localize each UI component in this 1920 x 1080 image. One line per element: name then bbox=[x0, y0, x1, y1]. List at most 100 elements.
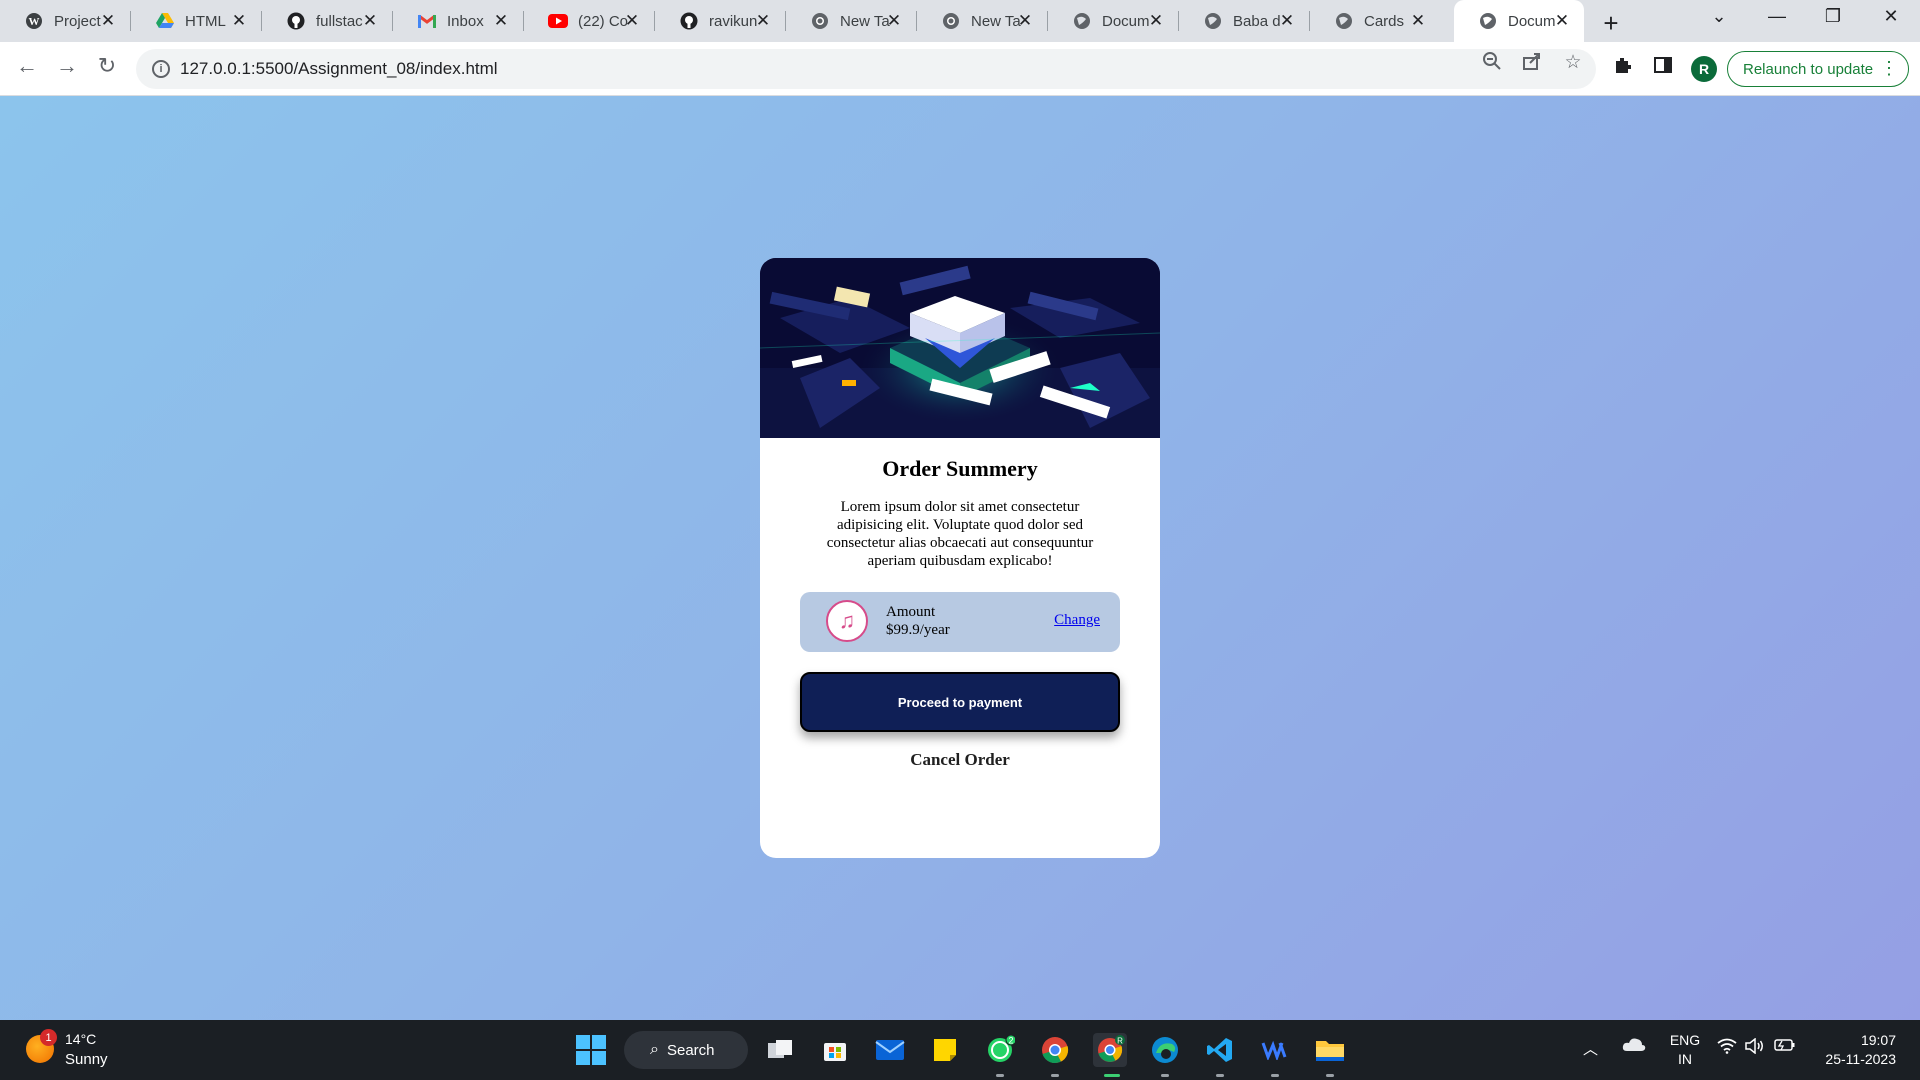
start-tile bbox=[576, 1035, 590, 1049]
google-drive-icon bbox=[155, 11, 175, 31]
tray-overflow-chevron-icon[interactable]: ︿ bbox=[1583, 1038, 1598, 1059]
chrome-icon bbox=[941, 11, 961, 31]
close-icon[interactable]: ✕ bbox=[98, 11, 118, 31]
active-indicator bbox=[1104, 1074, 1120, 1077]
menu-kebab-icon[interactable]: ⋮ bbox=[1880, 58, 1898, 79]
gmail-icon bbox=[417, 11, 437, 31]
close-icon[interactable]: ✕ bbox=[229, 11, 249, 31]
minimize-icon[interactable]: — bbox=[1762, 6, 1792, 27]
youtube-icon bbox=[548, 11, 568, 31]
globe-icon bbox=[1072, 11, 1092, 31]
running-indicator bbox=[1271, 1074, 1279, 1077]
close-icon[interactable]: ✕ bbox=[1552, 11, 1572, 31]
language-code: ENG bbox=[1669, 1032, 1701, 1048]
address-bar[interactable]: i 127.0.0.1:5500/Assignment_08/index.htm… bbox=[136, 49, 1596, 89]
chrome-profile-icon[interactable]: R bbox=[1093, 1033, 1127, 1067]
tab-fullstack[interactable]: fullstac ✕ bbox=[262, 0, 393, 42]
vscode-icon[interactable] bbox=[1203, 1033, 1237, 1067]
tab-inbox[interactable]: Inbox ✕ bbox=[393, 0, 524, 42]
bookmark-star-icon[interactable]: ☆ bbox=[1561, 51, 1585, 74]
url-host: 127.0.0.1 bbox=[180, 59, 251, 78]
globe-icon bbox=[1334, 11, 1354, 31]
plan-label: Amount bbox=[886, 604, 936, 620]
svg-text:W: W bbox=[29, 16, 40, 28]
tab-youtube[interactable]: (22) Co ✕ bbox=[524, 0, 655, 42]
side-panel-icon[interactable] bbox=[1650, 55, 1676, 81]
extensions-icon[interactable] bbox=[1610, 55, 1636, 81]
cancel-order-button[interactable]: Cancel Order bbox=[760, 750, 1160, 770]
tab-project[interactable]: W Project ✕ bbox=[0, 0, 131, 42]
proceed-to-payment-button[interactable]: Proceed to payment bbox=[800, 672, 1120, 732]
weather-badge: 1 bbox=[40, 1029, 57, 1046]
language-region: IN bbox=[1678, 1051, 1692, 1067]
forward-icon[interactable]: → bbox=[52, 53, 82, 79]
tab-new-tab-1[interactable]: New Ta ✕ bbox=[786, 0, 917, 42]
tab-html[interactable]: HTML ✕ bbox=[131, 0, 262, 42]
chrome-icon bbox=[810, 11, 830, 31]
running-indicator bbox=[1326, 1074, 1334, 1077]
share-icon[interactable] bbox=[1520, 51, 1544, 77]
close-icon[interactable]: ✕ bbox=[753, 11, 773, 31]
sticky-notes-icon[interactable] bbox=[928, 1033, 962, 1067]
running-indicator bbox=[996, 1074, 1004, 1077]
browser-toolbar: ← → ↻ i 127.0.0.1:5500/Assignment_08/ind… bbox=[0, 42, 1920, 96]
change-plan-link[interactable]: Change bbox=[1054, 612, 1100, 629]
close-icon[interactable]: ✕ bbox=[1408, 11, 1428, 31]
close-icon[interactable]: ✕ bbox=[360, 11, 380, 31]
onedrive-cloud-icon[interactable] bbox=[1622, 1036, 1646, 1056]
github-icon bbox=[679, 11, 699, 31]
taskbar-search[interactable]: ⌕ Search bbox=[624, 1031, 748, 1069]
search-icon: ⌕ bbox=[650, 1041, 659, 1058]
reload-icon[interactable]: ↻ bbox=[92, 53, 122, 79]
task-view-icon[interactable] bbox=[763, 1033, 797, 1067]
start-tile bbox=[592, 1051, 606, 1065]
chrome-icon[interactable] bbox=[1038, 1033, 1072, 1067]
globe-icon bbox=[1478, 11, 1498, 31]
mail-icon[interactable] bbox=[873, 1033, 907, 1067]
clock-time: 19:07 bbox=[1860, 1032, 1896, 1048]
tab-document-1[interactable]: Docum ✕ bbox=[1048, 0, 1179, 42]
tab-search-chevron-icon[interactable]: ⌄ bbox=[1704, 6, 1734, 27]
close-icon[interactable]: ✕ bbox=[1146, 11, 1166, 31]
whatsapp-icon[interactable]: 2 bbox=[983, 1033, 1017, 1067]
zoom-icon[interactable] bbox=[1480, 51, 1504, 77]
search-label: Search bbox=[666, 1041, 715, 1059]
volume-icon[interactable] bbox=[1745, 1037, 1765, 1058]
new-tab-button[interactable]: + bbox=[1598, 8, 1624, 39]
microsoft-store-icon[interactable] bbox=[818, 1033, 852, 1067]
back-icon[interactable]: ← bbox=[12, 53, 42, 79]
tab-strip: W Project ✕ HTML ✕ fullstac ✕ Inbox ✕ (2… bbox=[0, 0, 1920, 42]
tab-new-tab-2[interactable]: New Ta ✕ bbox=[917, 0, 1048, 42]
wordpress-icon: W bbox=[24, 11, 44, 31]
whatsapp-badge: 2 bbox=[1008, 1036, 1013, 1046]
running-indicator bbox=[1051, 1074, 1059, 1077]
close-icon[interactable]: ✕ bbox=[491, 11, 511, 31]
start-button[interactable] bbox=[576, 1035, 606, 1065]
globe-icon bbox=[1203, 11, 1223, 31]
relaunch-button[interactable]: Relaunch to update ⋮ bbox=[1727, 51, 1909, 87]
tab-document-active[interactable]: Docum ✕ bbox=[1454, 0, 1584, 42]
site-info-icon[interactable]: i bbox=[152, 60, 170, 78]
language-indicator[interactable]: ENG IN bbox=[1668, 1031, 1702, 1069]
close-icon[interactable]: ✕ bbox=[884, 11, 904, 31]
edge-icon[interactable] bbox=[1148, 1033, 1182, 1067]
wifi-icon[interactable] bbox=[1717, 1038, 1737, 1058]
profile-avatar[interactable]: R bbox=[1691, 56, 1717, 82]
battery-icon[interactable] bbox=[1774, 1038, 1796, 1056]
weather-description[interactable]: Sunny bbox=[65, 1051, 108, 1068]
close-icon[interactable]: ✕ bbox=[1015, 11, 1035, 31]
tab-baba[interactable]: Baba d ✕ bbox=[1179, 0, 1310, 42]
tab-cards[interactable]: Cards ✕ bbox=[1310, 0, 1440, 42]
tab-ravikumar[interactable]: ravikun ✕ bbox=[655, 0, 786, 42]
weather-temperature[interactable]: 14°C bbox=[65, 1031, 96, 1047]
card-description: Lorem ipsum dolor sit amet consectetur a… bbox=[826, 499, 1094, 569]
relaunch-label: Relaunch to update bbox=[1743, 60, 1874, 78]
order-summary-card: Order Summery Lorem ipsum dolor sit amet… bbox=[760, 258, 1160, 858]
system-clock[interactable]: 19:07 25-11-2023 bbox=[1812, 1031, 1896, 1069]
close-window-icon[interactable]: ✕ bbox=[1876, 6, 1906, 27]
file-explorer-icon[interactable] bbox=[1313, 1033, 1347, 1067]
waves-app-icon[interactable] bbox=[1258, 1033, 1292, 1067]
restore-icon[interactable]: ❐ bbox=[1818, 6, 1848, 27]
close-icon[interactable]: ✕ bbox=[1277, 11, 1297, 31]
close-icon[interactable]: ✕ bbox=[622, 11, 642, 31]
